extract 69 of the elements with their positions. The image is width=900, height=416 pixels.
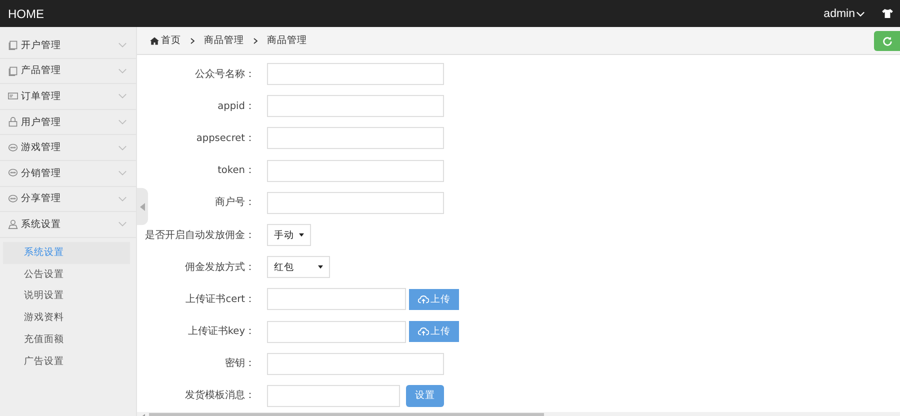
sidebar-item[interactable]: 分享管理 <box>0 186 136 212</box>
home-icon <box>150 36 159 44</box>
document-icon <box>8 66 18 76</box>
home-title[interactable]: HOME <box>8 6 44 20</box>
input-field[interactable] <box>267 384 400 407</box>
breadcrumb-link[interactable]: 首页 <box>161 34 181 47</box>
field-label: 商户号： <box>215 197 255 208</box>
input-field[interactable] <box>267 192 444 214</box>
field-label: appid： <box>218 100 255 112</box>
user-menu[interactable]: admin <box>824 8 865 20</box>
chevron-down-icon <box>856 10 865 16</box>
field-label: 是否开启自动发放佣金： <box>145 230 255 241</box>
caret-down-icon <box>299 233 304 238</box>
input-field[interactable] <box>267 95 444 118</box>
breadcrumb-link[interactable]: 商品管理 <box>204 34 244 47</box>
sidebar-item[interactable]: 分销管理 <box>0 160 136 187</box>
chevron-down-icon <box>118 144 127 151</box>
caret-down-icon <box>318 265 323 270</box>
chat-bubble-icon <box>8 168 18 178</box>
caret-left-icon <box>140 202 145 210</box>
input-field[interactable] <box>267 352 444 375</box>
chevron-down-icon <box>118 196 127 202</box>
field-label: 公众号名称： <box>195 68 255 80</box>
chevron-down-icon <box>118 221 127 228</box>
field-label: 密钥： <box>225 358 255 370</box>
breadcrumb-link[interactable]: 商品管理 <box>267 34 307 47</box>
person-icon <box>8 219 18 230</box>
chevron-down-icon <box>118 42 127 48</box>
field-label: token： <box>218 165 255 176</box>
dropdown[interactable]: 手动 <box>267 224 311 246</box>
input-field[interactable] <box>267 320 406 343</box>
card-icon <box>8 91 18 102</box>
chat-bubble-icon <box>8 194 18 204</box>
sidebar-item[interactable]: 用户管理 <box>0 110 136 136</box>
chevron-right-icon <box>190 38 195 44</box>
submenu-item[interactable]: 广告设置 <box>3 350 130 373</box>
lock-icon <box>8 117 18 128</box>
chevron-down-icon <box>118 93 127 100</box>
sidebar-item[interactable]: 系统设置 <box>0 212 136 238</box>
submenu-item[interactable]: 游戏资料 <box>3 307 130 329</box>
cloud-upload-icon <box>418 294 428 304</box>
chevron-down-icon <box>118 119 127 126</box>
field-label: 上传证书cert： <box>186 294 255 305</box>
sidebar-item[interactable]: 开户管理 <box>0 33 136 59</box>
sidebar-item[interactable]: 订单管理 <box>0 84 136 110</box>
input-field[interactable] <box>267 160 444 182</box>
chevron-down-icon <box>118 68 127 74</box>
collapse-handle[interactable] <box>137 188 148 225</box>
document-icon <box>8 40 18 50</box>
submenu-item[interactable]: 公告设置 <box>3 264 130 286</box>
shirt-icon[interactable] <box>882 9 893 18</box>
cloud-upload-icon <box>418 327 428 336</box>
field-label: 上传证书key： <box>188 326 255 338</box>
input-field[interactable] <box>267 127 444 150</box>
refresh-icon <box>882 36 892 46</box>
input-field[interactable] <box>267 288 406 310</box>
sidebar-item[interactable]: 游戏管理 <box>0 135 136 161</box>
refresh-button[interactable] <box>874 31 900 51</box>
chevron-down-icon <box>118 170 127 176</box>
submenu-item[interactable]: 充值面额 <box>3 328 130 351</box>
chat-bubble-icon <box>8 142 18 153</box>
sidebar-item[interactable]: 产品管理 <box>0 58 136 84</box>
submenu-item[interactable]: 说明设置 <box>3 285 130 308</box>
field-label: 佣金发放方式： <box>185 262 255 273</box>
field-label: 发货模板消息： <box>185 390 255 402</box>
dropdown[interactable]: 红包 <box>267 256 330 278</box>
field-label: appsecret： <box>196 132 255 144</box>
chevron-right-icon <box>253 38 258 44</box>
input-field[interactable] <box>267 63 444 86</box>
